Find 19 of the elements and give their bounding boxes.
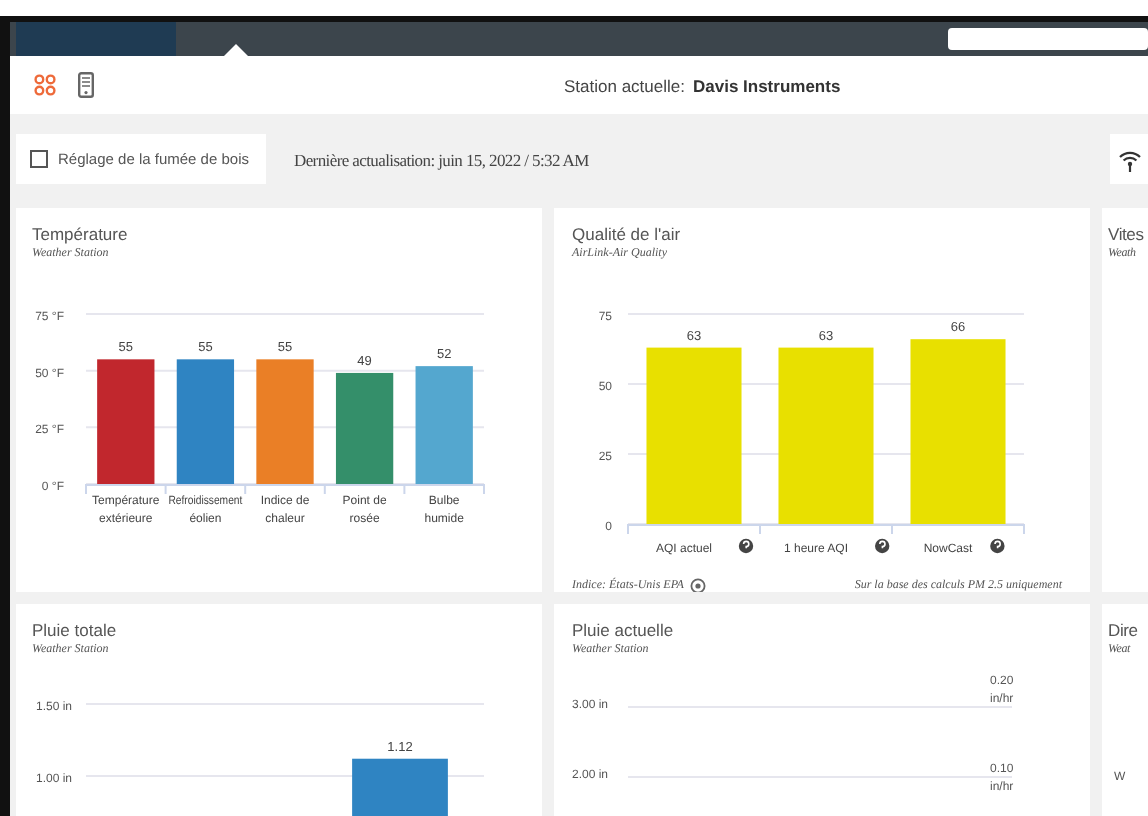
current-station-label: Station actuelle: [564,75,685,95]
last-update-text: Dernière actualisation: juin 15, 2022 / 5:32 AM [294,149,589,169]
settings-icon[interactable] [689,578,706,592]
wireless-signal-icon [1117,147,1141,171]
card-title: Qualité de l'air [572,224,683,244]
help-icon[interactable] [875,538,890,554]
wifi-button[interactable] [1110,134,1148,184]
card-title: Vites [1108,224,1146,244]
station-name: Davis Instruments [692,75,841,95]
checkbox[interactable] [30,150,48,168]
card-title: Pluie actuelle [572,620,676,640]
search-field[interactable] [948,28,1148,50]
help-icon[interactable] [738,538,754,554]
mobile-device-icon[interactable] [78,72,94,98]
card-title: Pluie totale [32,620,119,640]
card-title: Température [32,224,130,244]
help-icon[interactable] [990,538,1005,554]
card-title: Dire [1108,620,1140,640]
grid-view-icon[interactable] [34,74,56,96]
